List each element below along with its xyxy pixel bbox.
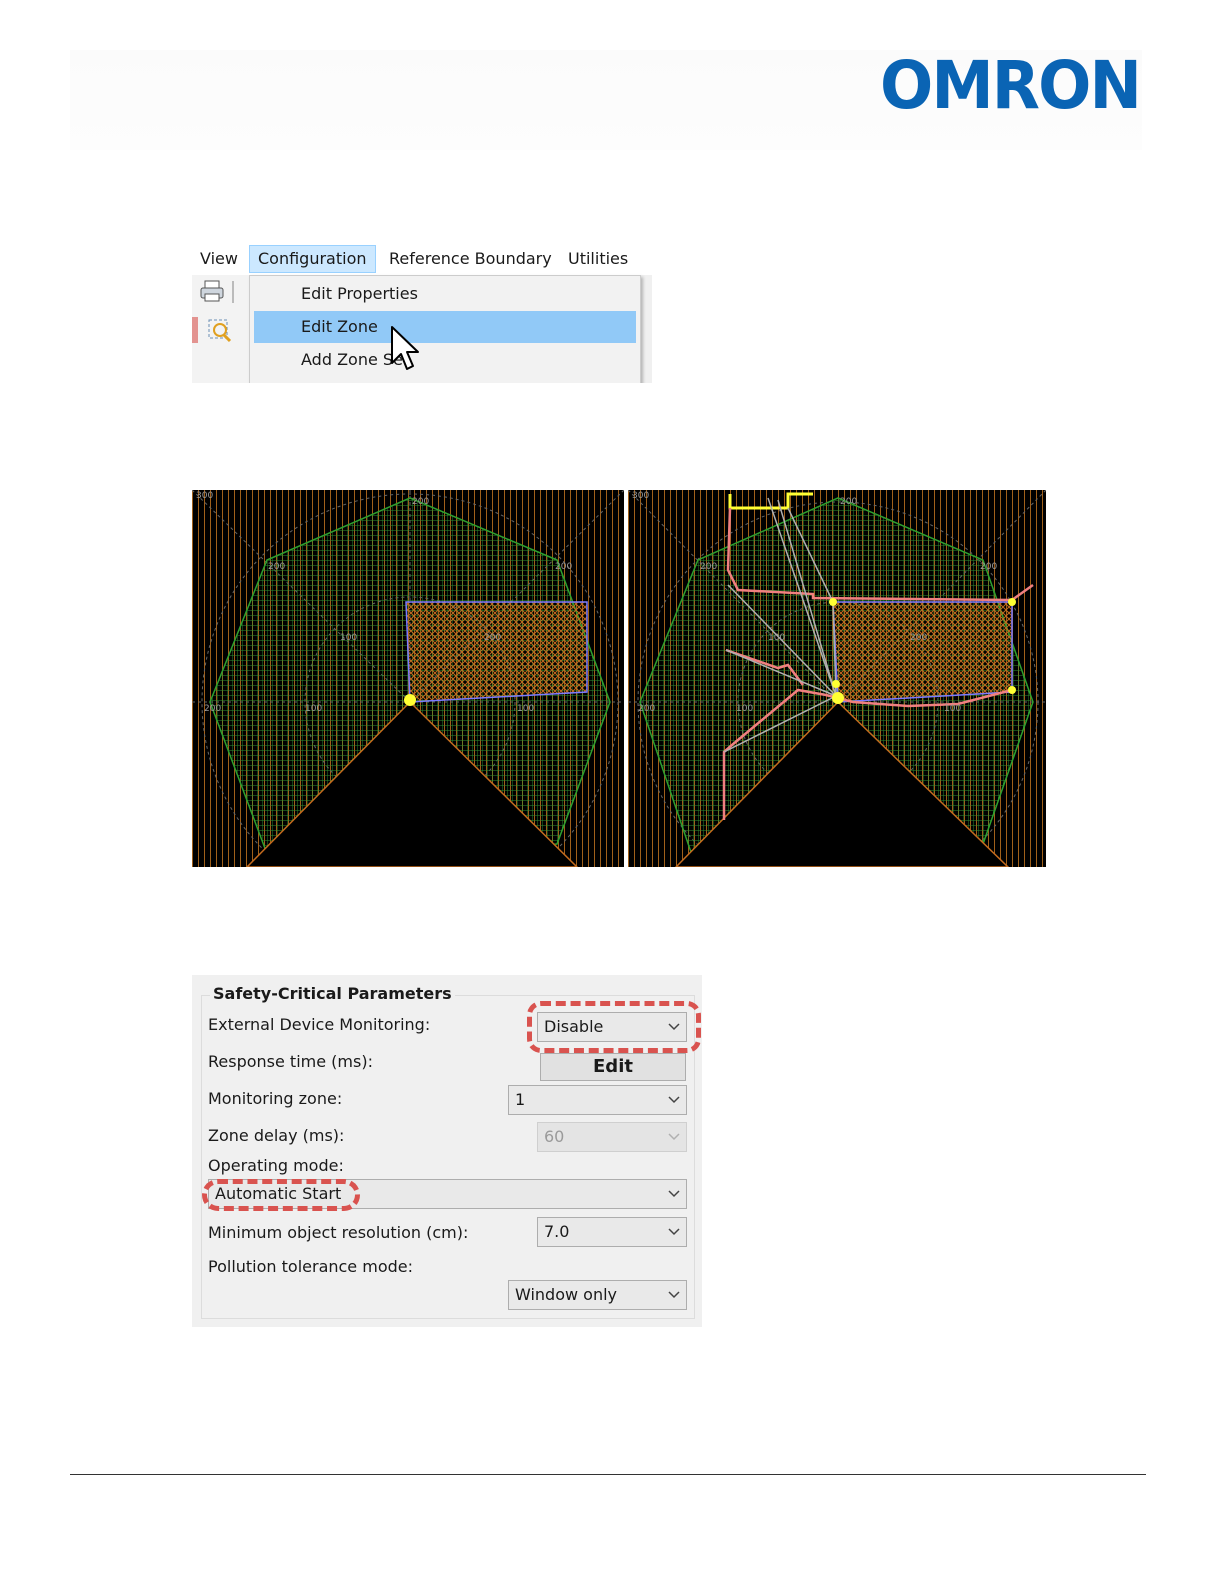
- pollution-label: Pollution tolerance mode:: [208, 1257, 413, 1276]
- zone-delay-select: 60: [537, 1122, 687, 1152]
- zone-view-right: 300 200 200 200 100 200 100 100 200: [628, 490, 1046, 867]
- monitoring-zone-value: 1: [515, 1090, 526, 1109]
- toolbar-marker: [192, 317, 198, 343]
- svg-text:100: 100: [340, 633, 357, 643]
- warning-field: [832, 601, 1013, 703]
- safety-critical-parameters-panel: Safety-Critical Parameters External Devi…: [192, 975, 702, 1327]
- svg-text:OMRON: OMRON: [880, 52, 1140, 116]
- chevron-down-icon: [668, 1190, 680, 1198]
- edm-highlight: [527, 1001, 701, 1053]
- svg-text:200: 200: [910, 633, 927, 643]
- resolution-value: 7.0: [544, 1222, 570, 1241]
- footer-rule: [70, 1474, 1146, 1475]
- pollution-select[interactable]: Window only: [508, 1280, 687, 1310]
- zoom-fit-icon[interactable]: [206, 317, 234, 343]
- zone-delay-label: Zone delay (ms):: [208, 1126, 345, 1145]
- monitoring-zone-label: Monitoring zone:: [208, 1089, 343, 1108]
- menu-view[interactable]: View: [192, 248, 246, 270]
- group-title: Safety-Critical Parameters: [210, 984, 455, 1003]
- print-icon[interactable]: [198, 279, 226, 303]
- svg-text:100: 100: [944, 704, 961, 714]
- svg-text:200: 200: [204, 704, 221, 714]
- sensor-origin: [404, 694, 416, 706]
- menu-item-edit-properties[interactable]: Edit Properties: [254, 278, 636, 310]
- svg-text:100: 100: [736, 704, 753, 714]
- svg-text:200: 200: [484, 633, 501, 643]
- svg-text:100: 100: [517, 704, 534, 714]
- svg-text:200: 200: [268, 562, 285, 572]
- warning-field: [405, 601, 588, 703]
- operating-mode-highlight: [202, 1179, 360, 1211]
- zone-plot-left: 300 200 200 200 100 200 100 100 200: [192, 490, 624, 867]
- menu-item-add-zone-set[interactable]: Add Zone Set: [254, 344, 636, 376]
- svg-text:200: 200: [638, 704, 655, 714]
- resolution-select[interactable]: 7.0: [537, 1217, 687, 1247]
- svg-text:300: 300: [196, 491, 213, 501]
- svg-text:200: 200: [555, 562, 572, 572]
- svg-text:200: 200: [980, 562, 997, 572]
- chevron-down-icon: [668, 1291, 680, 1299]
- chevron-down-icon: [668, 1133, 680, 1141]
- omron-logo: OMRON: [880, 52, 1142, 116]
- zone-plot-right: 300 200 200 200 100 200 100 100 200: [628, 490, 1046, 867]
- response-time-label: Response time (ms):: [208, 1052, 373, 1071]
- menu-item-edit-zone[interactable]: Edit Zone: [254, 311, 636, 343]
- toolbar: [192, 275, 252, 383]
- svg-text:300: 300: [632, 491, 649, 501]
- svg-text:200: 200: [412, 497, 429, 507]
- zone-view-left: 300 200 200 200 100 200 100 100 200: [192, 490, 624, 867]
- toolbar-divider: [232, 281, 234, 303]
- mouse-pointer-icon: [391, 326, 419, 370]
- menu-configuration[interactable]: Configuration: [249, 245, 376, 273]
- edm-label: External Device Monitoring:: [208, 1015, 431, 1034]
- menu-bar: View Configuration Reference Boundary Ut…: [192, 243, 652, 275]
- menu-reference-boundary[interactable]: Reference Boundary: [381, 248, 560, 270]
- operating-mode-label: Operating mode:: [208, 1156, 344, 1175]
- resolution-label: Minimum object resolution (cm):: [208, 1223, 469, 1242]
- svg-text:100: 100: [768, 633, 785, 643]
- configuration-dropdown: Edit Properties Edit Zone Add Zone Set: [249, 275, 641, 383]
- chevron-down-icon: [668, 1096, 680, 1104]
- pollution-value: Window only: [515, 1285, 618, 1304]
- chevron-down-icon: [668, 1228, 680, 1236]
- response-time-edit-button[interactable]: Edit: [540, 1053, 686, 1081]
- configuration-menu-screenshot: View Configuration Reference Boundary Ut…: [192, 243, 652, 383]
- zone-delay-value: 60: [544, 1127, 565, 1146]
- svg-text:100: 100: [305, 704, 322, 714]
- monitoring-zone-select[interactable]: 1: [508, 1085, 687, 1115]
- svg-text:200: 200: [700, 562, 717, 572]
- menu-utilities[interactable]: Utilities: [560, 248, 636, 270]
- svg-text:200: 200: [840, 497, 857, 507]
